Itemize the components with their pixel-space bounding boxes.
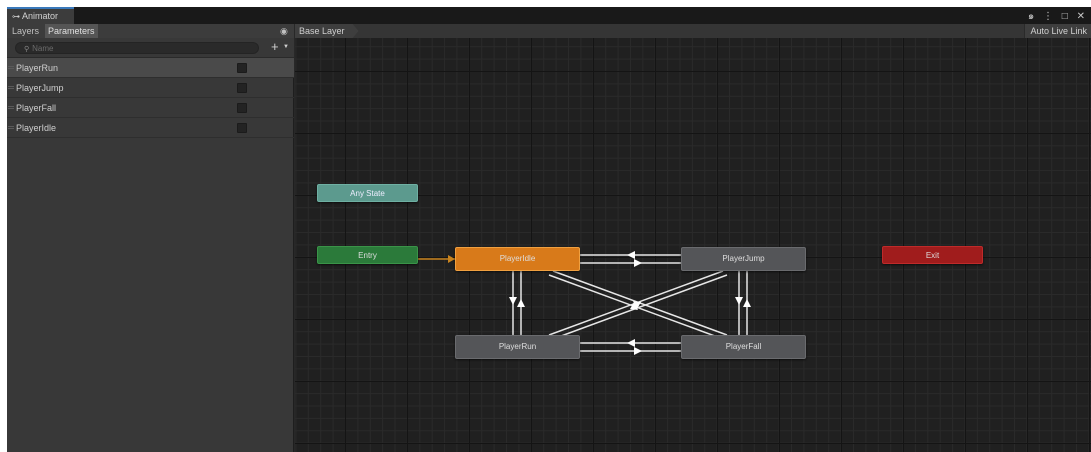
panel-tabs: Layers Parameters ◉ — [7, 24, 294, 38]
parameter-name: PlayerIdle — [16, 123, 57, 133]
parameter-name: PlayerRun — [16, 63, 59, 73]
drag-handle-icon[interactable] — [8, 66, 14, 69]
animator-tab[interactable]: ⊶ Animator — [7, 7, 74, 24]
parameter-list: PlayerRun PlayerJump PlayerFall PlayerId… — [7, 58, 294, 138]
window-controls[interactable]: ๑ ⋮ □ ✕ — [1028, 9, 1088, 24]
state-node-playeridle[interactable]: PlayerIdle — [455, 247, 580, 271]
search-input[interactable]: ⚲ Name — [15, 42, 259, 54]
drag-handle-icon[interactable] — [8, 86, 14, 89]
transition-arrow-icon — [509, 297, 517, 305]
transition-wires — [418, 251, 751, 355]
drag-handle-icon[interactable] — [8, 106, 14, 109]
chevron-down-icon[interactable]: ▼ — [283, 44, 289, 50]
search-placeholder: Name — [32, 44, 54, 53]
transition-arrow-icon — [448, 255, 455, 263]
state-node-playerfall[interactable]: PlayerFall — [681, 335, 806, 359]
parameter-row-playeridle[interactable]: PlayerIdle — [7, 118, 294, 138]
state-node-playerrun[interactable]: PlayerRun — [455, 335, 580, 359]
parameter-bool-checkbox[interactable] — [237, 123, 247, 133]
parameter-row-playerrun[interactable]: PlayerRun — [7, 58, 294, 78]
parameter-bool-checkbox[interactable] — [237, 63, 247, 73]
entry-node[interactable]: Entry — [317, 246, 418, 264]
state-machine-graph[interactable]: Base Layer Auto Live Link Any State Entr… — [295, 24, 1091, 452]
animator-icon: ⊶ — [12, 12, 20, 21]
exit-node[interactable]: Exit — [882, 246, 983, 264]
transition-arrow-icon — [634, 347, 642, 355]
transition-arrow-icon — [627, 251, 635, 259]
parameter-row-playerfall[interactable]: PlayerFall — [7, 98, 294, 118]
parameter-bool-checkbox[interactable] — [237, 83, 247, 93]
animator-window: ⊶ Animator ๑ ⋮ □ ✕ Layers Parameters ◉ ⚲ N… — [7, 7, 1091, 452]
transition-arrow-icon — [517, 299, 525, 307]
parameter-bool-checkbox[interactable] — [237, 103, 247, 113]
animator-tab-label: Animator — [22, 11, 59, 21]
transition-arrow-icon — [627, 339, 635, 347]
parameter-name: PlayerFall — [16, 103, 57, 113]
parameter-name: PlayerJump — [16, 83, 64, 93]
parameter-row-playerjump[interactable]: PlayerJump — [7, 78, 294, 98]
transition-arrow-icon — [743, 299, 751, 307]
window-tab-bar: ⊶ Animator ๑ ⋮ □ ✕ — [7, 7, 1091, 24]
tab-layers[interactable]: Layers — [9, 24, 42, 38]
transition-arrow-icon — [735, 297, 743, 305]
any-state-node[interactable]: Any State — [317, 184, 418, 202]
parameters-panel: Layers Parameters ◉ ⚲ Name + ▼ PlayerRun … — [7, 24, 294, 452]
search-row: ⚲ Name + ▼ — [7, 38, 294, 58]
drag-handle-icon[interactable] — [8, 126, 14, 129]
tab-parameters[interactable]: Parameters — [45, 24, 98, 38]
state-node-playerjump[interactable]: PlayerJump — [681, 247, 806, 271]
add-parameter-button[interactable]: + — [271, 40, 279, 53]
transition-arrow-icon — [634, 259, 642, 267]
search-icon: ⚲ — [24, 46, 30, 53]
eye-icon[interactable]: ◉ — [280, 26, 288, 37]
